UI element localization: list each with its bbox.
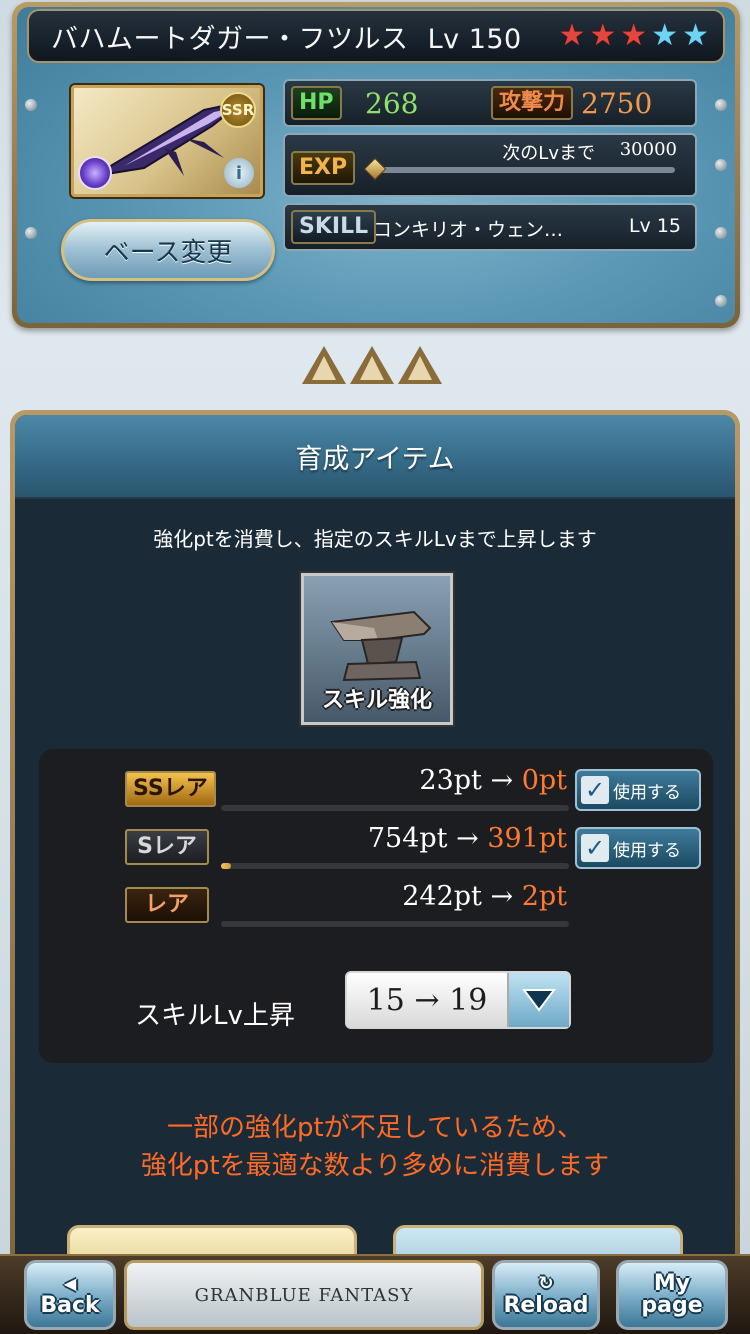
weapon-name: バハムートダガー・フツルス Lv 150 xyxy=(51,17,522,56)
points-after: 0pt xyxy=(521,765,567,796)
points-arrow: → xyxy=(481,765,522,796)
uncap-pyramid-icon xyxy=(350,346,394,384)
ssr-badge: SSR xyxy=(220,92,256,128)
rivet xyxy=(25,227,37,239)
stat-skill-box: SKILL コンキリオ・ウェン… Lv 15 xyxy=(283,203,697,251)
weapon-name-text: バハムートダガー・フツルス xyxy=(51,23,409,55)
rarity-row: SSレア 23pt → 0pt ✓ 使用する xyxy=(39,749,713,811)
use-checkbox-button[interactable]: ✓ 使用する xyxy=(575,769,701,811)
rarity-row: レア 242pt → 2pt xyxy=(39,865,713,927)
points-arrow: → xyxy=(481,881,522,912)
reload-icon: ↻ xyxy=(538,1273,554,1294)
footer-nav: ◀ Back GRANBLUE FANTASY ↻ Reload My page xyxy=(0,1254,750,1334)
points-text: 242pt → 2pt xyxy=(402,881,567,912)
check-icon: ✓ xyxy=(581,776,609,804)
growth-item-inner: 育成アイテム 強化ptを消費し、指定のスキルLvまで上昇します スキル強化 SS… xyxy=(15,415,735,1334)
rarity-points-box: SSレア 23pt → 0pt ✓ 使用する Sレア 754pt → 391pt ✓ 使用する… xyxy=(39,749,713,1063)
skill-lv-select[interactable]: 15 → 19 xyxy=(345,971,571,1029)
points-before: 754pt xyxy=(367,823,448,854)
rivet xyxy=(715,227,727,239)
rarity-badge: SSレア xyxy=(125,771,216,807)
check-icon: ✓ xyxy=(581,834,609,862)
stat-hp-atk-box: HP 268 攻撃力 2750 xyxy=(283,79,697,127)
next-lv-value: 30000 xyxy=(619,139,677,160)
uncap-pyramid-icon xyxy=(398,346,442,384)
growth-description: 強化ptを消費し、指定のスキルLvまで上昇します xyxy=(153,527,597,551)
points-bar xyxy=(221,921,569,927)
rarity-stars: ★ ★ ★ ★ ★ xyxy=(558,21,709,51)
back-arrow-icon: ◀ xyxy=(63,1274,77,1293)
info-icon[interactable]: i xyxy=(224,158,254,188)
reload-button[interactable]: ↻ Reload xyxy=(492,1260,600,1330)
points-arrow: → xyxy=(447,823,488,854)
warning-line-1: 一部の強化ptが不足しているため、 xyxy=(167,1113,583,1143)
hp-label: HP xyxy=(291,86,342,120)
points-text: 23pt → 0pt xyxy=(419,765,567,796)
points-after: 391pt xyxy=(487,823,567,854)
attack-label: 攻撃力 xyxy=(491,86,574,120)
skill-enhance-item-icon[interactable]: スキル強化 xyxy=(301,573,453,725)
back-label: Back xyxy=(40,1293,100,1318)
weapon-panel: バハムートダガー・フツルス Lv 150 ★ ★ ★ ★ ★ SSR i ベース変更 H… xyxy=(12,2,740,328)
rarity-badge: レア xyxy=(125,887,209,923)
game-logo[interactable]: GRANBLUE FANTASY xyxy=(124,1260,484,1330)
uncap-pyramids xyxy=(302,346,442,384)
exp-label: EXP xyxy=(291,151,356,185)
rarity-badge: Sレア xyxy=(125,829,209,865)
anvil-icon xyxy=(330,610,432,682)
weapon-panel-inner: バハムートダガー・フツルス Lv 150 ★ ★ ★ ★ ★ SSR i ベース変更 H… xyxy=(17,7,735,323)
weapon-name-bar: バハムートダガー・フツルス Lv 150 ★ ★ ★ ★ ★ xyxy=(27,9,725,63)
weapon-thumbnail[interactable]: SSR i xyxy=(71,85,263,197)
use-checkbox-button[interactable]: ✓ 使用する xyxy=(575,827,701,869)
use-button-label: 使用する xyxy=(613,782,681,803)
warning-line-2: 強化ptを最適な数より多めに消費します xyxy=(140,1151,610,1181)
weapon-level: Lv 150 xyxy=(427,23,522,55)
skill-lv-label: スキルLv上昇 xyxy=(135,1001,295,1031)
skill-name: コンキリオ・ウェン… xyxy=(373,219,564,241)
skill-label: SKILL xyxy=(291,210,377,244)
growth-item-panel: 育成アイテム 強化ptを消費し、指定のスキルLvまで上昇します スキル強化 SS… xyxy=(10,410,740,1334)
star-icon: ★ xyxy=(651,18,679,53)
rivet xyxy=(715,99,727,111)
next-lv-text: 次のLvまで xyxy=(502,143,595,164)
points-before: 23pt xyxy=(419,765,482,796)
uncap-pyramid-icon xyxy=(302,346,346,384)
star-icon: ★ xyxy=(589,18,617,53)
skill-lv-select-value: 15 → 19 xyxy=(366,982,488,1018)
hp-value: 268 xyxy=(365,87,419,120)
use-button-label: 使用する xyxy=(613,840,681,861)
star-icon: ★ xyxy=(682,18,709,53)
chevron-down-icon xyxy=(522,989,556,1012)
mypage-label: page xyxy=(641,1293,703,1318)
star-icon: ★ xyxy=(620,18,648,53)
mypage-button[interactable]: My page xyxy=(616,1260,728,1330)
rivet xyxy=(25,99,37,111)
back-button[interactable]: ◀ Back xyxy=(24,1260,116,1330)
dropdown-arrow-icon[interactable] xyxy=(507,973,569,1027)
stat-exp-box: EXP 次のLvまで 30000 xyxy=(283,133,697,197)
star-icon: ★ xyxy=(558,18,586,53)
points-text: 754pt → 391pt xyxy=(368,823,567,854)
rarity-row: Sレア 754pt → 391pt ✓ 使用する xyxy=(39,807,713,869)
warning-message: 一部の強化ptが不足しているため、 強化ptを最適な数より多めに消費します xyxy=(15,1109,735,1185)
skill-enhance-item-label: スキル強化 xyxy=(321,688,432,713)
mypage-label-top: My xyxy=(653,1271,691,1296)
exp-bar xyxy=(363,157,675,181)
points-before: 242pt xyxy=(402,881,482,912)
rivet xyxy=(715,159,727,171)
reload-label: Reload xyxy=(503,1293,589,1318)
attack-value: 2750 xyxy=(581,87,653,120)
exp-bar-knob xyxy=(363,157,387,181)
points-after: 2pt xyxy=(521,881,567,912)
base-change-button[interactable]: ベース変更 xyxy=(61,219,275,281)
skill-level: Lv 15 xyxy=(628,215,681,237)
growth-header: 育成アイテム xyxy=(15,415,735,499)
dark-element-icon xyxy=(78,156,112,190)
rivet xyxy=(715,295,727,307)
